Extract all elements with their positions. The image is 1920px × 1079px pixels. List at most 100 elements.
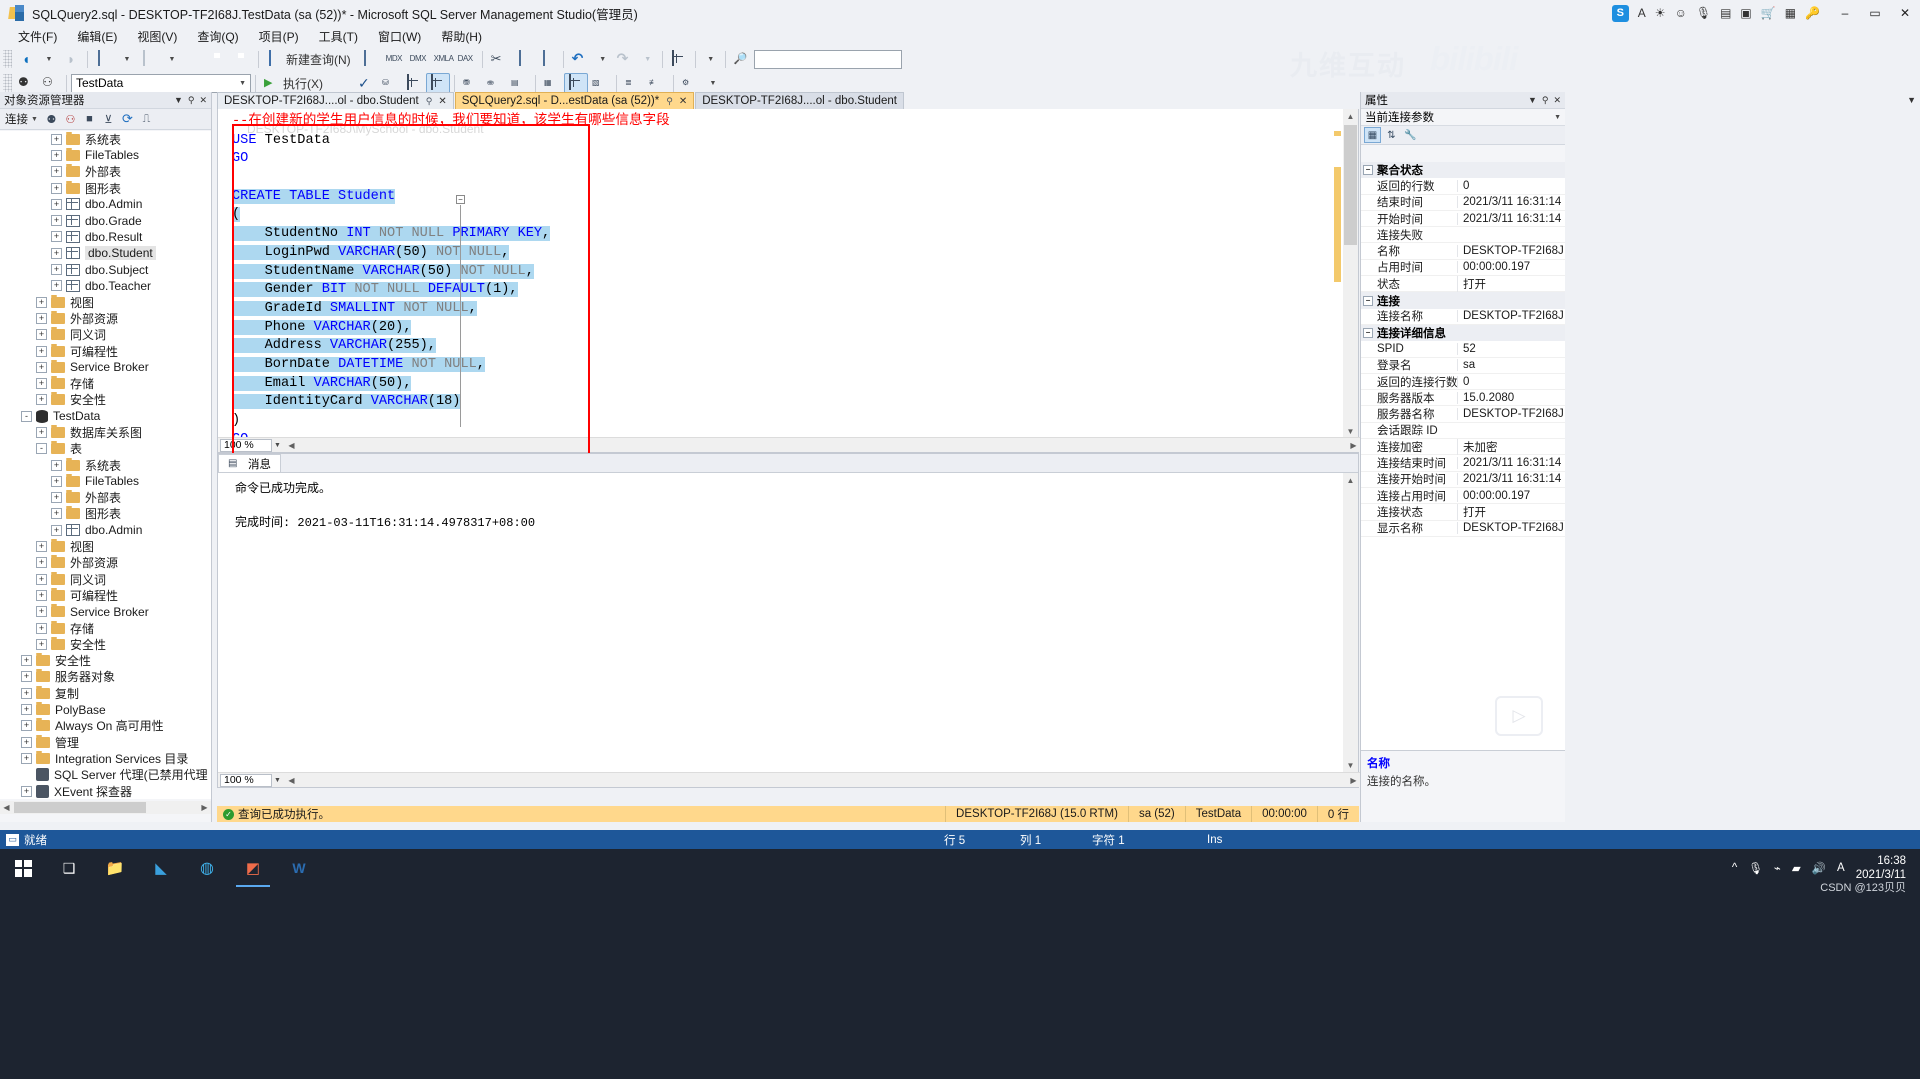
oe-scroll-left-arrow[interactable]: ◀ xyxy=(0,801,13,814)
document-tab-1[interactable]: SQLQuery2.sql - D...estData (sa (52))* ⚲ ✕ xyxy=(454,92,695,109)
menu-item-1[interactable]: 编辑(E) xyxy=(67,26,127,47)
copy-button[interactable] xyxy=(511,49,535,70)
menu-item-5[interactable]: 工具(T) xyxy=(309,26,368,47)
cart-icon[interactable]: 🛒 xyxy=(1761,6,1776,20)
oe-close-icon[interactable]: ✕ xyxy=(199,95,207,106)
tree-node[interactable]: + FileTables xyxy=(0,473,211,489)
oe-scroll-thumb[interactable] xyxy=(14,802,146,813)
fold-toggle-create-table[interactable]: − xyxy=(456,195,465,204)
property-row[interactable]: 连接名称 DESKTOP-TF2I68J (sa xyxy=(1361,309,1565,325)
sun-icon[interactable]: ☀ xyxy=(1655,6,1666,20)
properties-close-icon[interactable]: ✕ xyxy=(1553,95,1561,106)
properties-subtitle-row[interactable]: 当前连接参数 ▼ xyxy=(1361,109,1565,126)
expand-icon[interactable]: + xyxy=(51,231,62,243)
new-project-dropdown[interactable]: ▼ xyxy=(116,49,137,70)
tray-mic-icon[interactable]: 🎙 xyxy=(1748,861,1763,875)
indent-button[interactable]: ≣ xyxy=(621,73,645,94)
document-tab-0[interactable]: DESKTOP-TF2I68J....ol - dbo.Student ⚲ ✕ xyxy=(217,92,454,109)
document-tab-2[interactable]: DESKTOP-TF2I68J....ol - dbo.Student xyxy=(695,92,904,109)
expand-icon[interactable]: + xyxy=(21,720,32,732)
expand-icon[interactable]: + xyxy=(51,264,62,276)
editor-hscroll-left[interactable]: ◀ xyxy=(285,439,298,452)
property-row[interactable]: 名称 DESKTOP-TF2I68J xyxy=(1361,243,1565,260)
expand-icon[interactable]: + xyxy=(21,671,32,683)
oe-connect-icon[interactable]: ⚉ xyxy=(44,112,59,127)
categorized-view-icon[interactable]: ▦ xyxy=(1364,127,1381,143)
tray-ime-icon[interactable]: A xyxy=(1837,862,1845,874)
results-horizontal-scrollbar[interactable]: 100 % ▼ ◀ ▶ xyxy=(218,772,1360,787)
messages-output[interactable]: 命令已成功完成。 完成时间: 2021-03-11T16:31:14.49783… xyxy=(218,473,1345,773)
results-vertical-scrollbar[interactable]: ▲ ▼ xyxy=(1343,473,1358,773)
new-mdx-query-button[interactable]: MDX xyxy=(382,49,406,70)
tree-node[interactable]: + 图形表 xyxy=(0,180,211,196)
task-view-button[interactable]: ❑ xyxy=(46,849,92,887)
expand-icon[interactable]: + xyxy=(36,329,47,341)
oe-activity-icon[interactable]: ⎍ xyxy=(139,112,154,127)
editor-vertical-scrollbar[interactable]: ▲ ▼ xyxy=(1343,109,1358,439)
tree-node[interactable]: + 存储 xyxy=(0,375,211,391)
expand-icon[interactable]: + xyxy=(21,785,32,797)
tab-messages[interactable]: ▤ 消息 xyxy=(218,454,281,472)
property-row[interactable]: 显示名称 DESKTOP-TF2I68J xyxy=(1361,521,1565,537)
property-category[interactable]: − 连接详细信息 xyxy=(1361,324,1565,342)
tree-node[interactable]: + 存储 xyxy=(0,620,211,636)
sqlcmd-mode-button[interactable]: ⚙ xyxy=(678,73,702,94)
maximize-button[interactable]: ▭ xyxy=(1860,0,1890,26)
new-xmla-query-button[interactable]: XMLA xyxy=(430,49,454,70)
tree-node[interactable]: + 系统表 xyxy=(0,457,211,473)
microphone-icon[interactable]: 🎙 xyxy=(1696,6,1711,20)
collapse-icon[interactable]: - xyxy=(21,410,32,422)
minimize-button[interactable]: – xyxy=(1830,0,1860,26)
tree-node[interactable]: + 安全性 xyxy=(0,636,211,652)
tree-node[interactable]: + 管理 xyxy=(0,734,211,750)
editor-scroll-thumb[interactable] xyxy=(1344,125,1357,245)
file-explorer-button[interactable]: 📁 xyxy=(92,849,138,887)
grid-icon[interactable]: ▦ xyxy=(1785,6,1796,20)
expand-icon[interactable]: + xyxy=(51,508,62,520)
expand-icon[interactable]: + xyxy=(51,215,62,227)
new-query-button[interactable]: 新建查询(N) xyxy=(263,49,358,70)
tab-close-icon[interactable]: ✕ xyxy=(438,96,446,107)
expand-icon[interactable]: + xyxy=(36,361,47,373)
expand-icon[interactable]: + xyxy=(51,492,62,504)
tree-node[interactable]: + dbo.Subject xyxy=(0,261,211,277)
tree-node[interactable]: + dbo.Result xyxy=(0,229,211,245)
uncomment-button[interactable] xyxy=(564,72,588,94)
sogou-icon[interactable]: S xyxy=(1611,4,1629,22)
expand-icon[interactable]: + xyxy=(21,752,32,764)
tree-node[interactable]: + 外部表 xyxy=(0,490,211,506)
ssms-taskbar-button[interactable]: ◩ xyxy=(230,849,276,887)
tree-node[interactable]: - TestData xyxy=(0,408,211,424)
results-to-text-button[interactable] xyxy=(402,73,426,94)
sql-code[interactable]: --在创建新的学生用户信息的时候，我们要知道，该学生有哪些信息字段 USE Tes… xyxy=(232,113,670,449)
tree-node[interactable]: + 可编程性 xyxy=(0,343,211,359)
close-button[interactable]: ✕ xyxy=(1890,0,1920,26)
oe-disconnect-icon[interactable]: ⚇ xyxy=(63,112,78,127)
database-selector[interactable]: TestData ▼ xyxy=(71,73,251,93)
estimated-plan-button[interactable]: ⛁ xyxy=(378,73,402,94)
more-toolbar-dropdown[interactable]: ▼ xyxy=(700,49,721,70)
tree-node[interactable]: + 可编程性 xyxy=(0,587,211,603)
start-button[interactable] xyxy=(0,849,46,887)
expand-icon[interactable]: + xyxy=(36,622,47,634)
collapse-icon[interactable]: − xyxy=(1363,295,1373,306)
undo-button[interactable]: ↶ xyxy=(568,49,592,70)
collapse-icon[interactable]: − xyxy=(1363,328,1373,339)
property-row[interactable]: 服务器名称 DESKTOP-TF2I68J xyxy=(1361,406,1565,423)
expand-icon[interactable]: + xyxy=(51,524,62,536)
new-item-dropdown[interactable]: ▼ xyxy=(161,49,182,70)
property-pages-icon[interactable]: 🔧 xyxy=(1402,127,1419,143)
tree-node[interactable]: + FileTables xyxy=(0,147,211,163)
parse-button[interactable]: ✓ xyxy=(354,73,378,94)
toolbar-grip[interactable] xyxy=(3,50,12,68)
properties-pin-icon[interactable]: ⚲ xyxy=(1542,95,1549,106)
expand-icon[interactable]: + xyxy=(21,687,32,699)
taskbar-clock[interactable]: 16:38 2021/3/11 xyxy=(1856,854,1906,882)
property-row[interactable]: 连接结束时间 2021/3/11 16:31:14 xyxy=(1361,455,1565,472)
redo-button[interactable]: ↷ xyxy=(613,49,637,70)
expand-icon[interactable]: + xyxy=(51,475,62,487)
property-row[interactable]: 会话跟踪 ID xyxy=(1361,423,1565,440)
tree-node[interactable]: + 安全性 xyxy=(0,653,211,669)
expand-icon[interactable]: + xyxy=(36,296,47,308)
oe-dropdown-icon[interactable]: ▼ xyxy=(174,95,183,105)
